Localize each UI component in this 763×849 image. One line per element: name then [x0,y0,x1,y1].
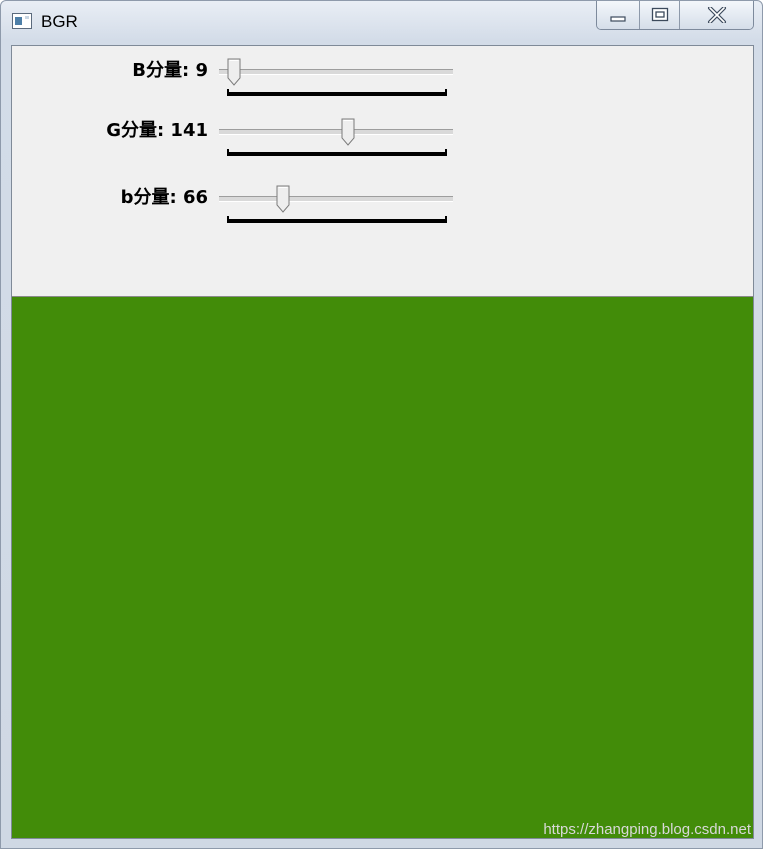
caption-buttons [596,1,754,30]
trackbar-r-label: b分量: 66 [120,187,208,208]
trackbar-g-underline [227,149,447,156]
trackbar-r-thumb[interactable] [276,185,290,213]
minimize-icon [610,16,626,22]
minimize-button[interactable] [597,1,639,29]
watermark: https://zhangping.blog.csdn.net [543,821,751,838]
trackbar-b-track[interactable] [219,69,453,75]
window-title: BGR [41,12,78,31]
trackbar-b-thumb[interactable] [227,58,241,86]
trackbar-r-underline [227,216,447,223]
trackbar-r-track[interactable] [219,196,453,202]
color-image [12,296,753,838]
maximize-button[interactable] [639,1,679,29]
close-icon [707,7,726,23]
close-button[interactable] [679,1,753,29]
maximize-icon [651,7,668,22]
window-app-icon[interactable] [12,13,32,29]
trackbar-g: G分量: 141 [12,110,512,160]
trackbar-b: B分量: 9 [12,50,512,100]
trackbar-b-underline [227,89,447,96]
window: BGR B分量: 9 G分量: 141 b分量: 66 https://zhan… [0,0,763,849]
trackbar-b-label: B分量: 9 [132,60,208,81]
trackbar-g-thumb[interactable] [341,118,355,146]
client-area: B分量: 9 G分量: 141 b分量: 66 https://zhangpin… [11,45,754,839]
trackbar-g-label: G分量: 141 [106,120,208,141]
trackbar-r: b分量: 66 [12,177,512,227]
title-bar[interactable]: BGR [1,1,762,43]
trackbar-g-track[interactable] [219,129,453,135]
